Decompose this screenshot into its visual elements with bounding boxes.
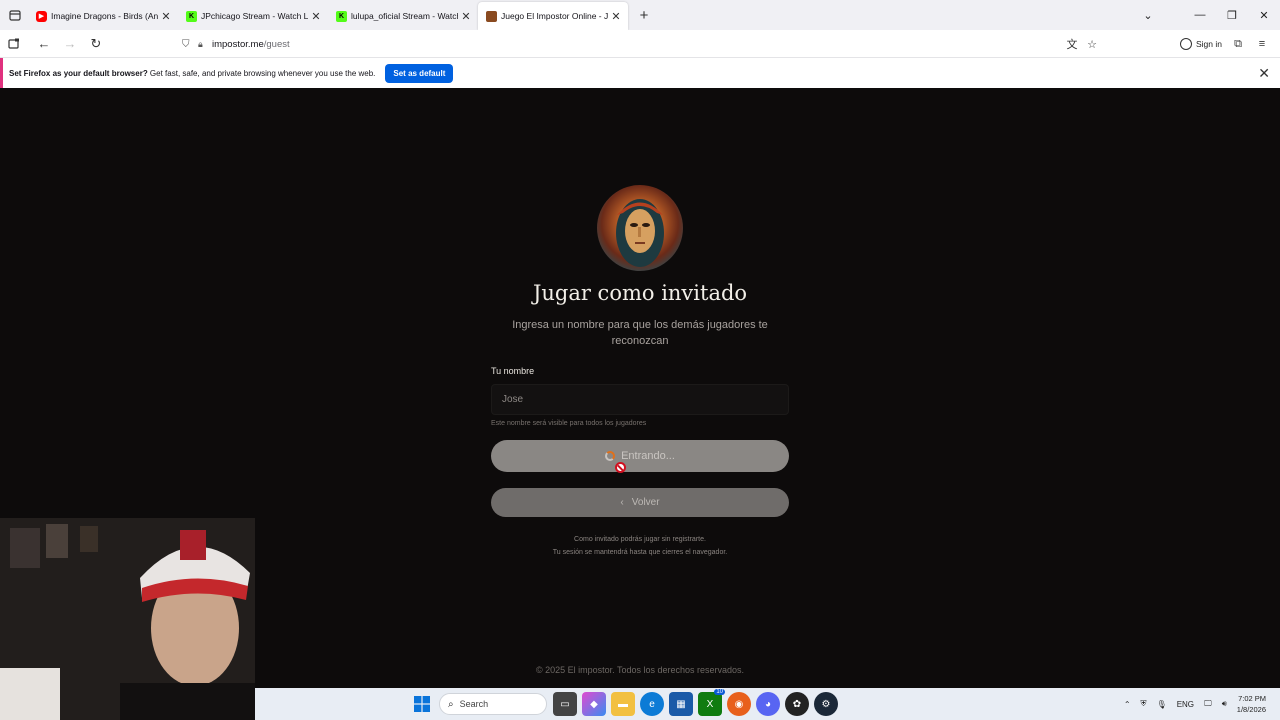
windows-taskbar: ⌕ Search ▭ ◆ ▬ e ▦ X 10 ◉ ◕ ✿ ⚙ ⌃ ⛨ 🎙︎ EN…	[255, 688, 1280, 720]
enter-button[interactable]: Entrando...	[491, 440, 789, 472]
steam-icon[interactable]: ⚙	[814, 692, 838, 716]
name-label: Tu nombre	[491, 366, 535, 376]
sign-in-button[interactable]: Sign in	[1180, 34, 1222, 54]
firefox-view-button[interactable]	[2, 2, 28, 28]
discord-icon[interactable]: ◕	[756, 692, 780, 716]
restore-icon[interactable]: ❐	[1216, 9, 1248, 22]
list-all-tabs-icon[interactable]: ⌄	[1132, 9, 1164, 22]
tab-title: lulupa_oficial Stream - Watch Li	[351, 11, 458, 21]
copilot-icon[interactable]: ◆	[582, 692, 606, 716]
not-allowed-cursor-icon	[615, 462, 626, 473]
notification-bold-text: Set Firefox as your default browser?	[9, 68, 148, 78]
page-footer: © 2025 El impostor. Todos los derechos r…	[535, 665, 745, 675]
file-explorer-icon[interactable]: ▬	[611, 692, 635, 716]
taskbar-search-box[interactable]: ⌕ Search	[439, 693, 547, 715]
firefox-view-icon	[9, 9, 21, 21]
minimize-icon[interactable]: —	[1184, 9, 1216, 21]
close-tab-icon[interactable]: ✕	[310, 10, 322, 23]
clock-date: 1/8/2026	[1236, 705, 1266, 714]
tab-strip: ▶ Imagine Dragons - Birds (Anima ✕ K JPc…	[0, 0, 1280, 30]
search-icon: ⌕	[448, 698, 454, 710]
page-title: Jugar como invitado	[532, 281, 748, 305]
name-input-value: Jose	[502, 394, 524, 405]
guest-note-line: Como invitado podrás jugar sin registrar…	[574, 536, 706, 543]
webcam-overlay	[0, 518, 255, 720]
browser-tab[interactable]: K JPchicago Stream - Watch Live o ✕	[178, 2, 328, 30]
url-bar[interactable]: ⛉ 🔒︎ impostor.me/guest 文 ☆	[178, 33, 1102, 55]
shield-icon[interactable]: ⛉	[182, 39, 198, 50]
xbox-icon[interactable]: X 10	[698, 689, 725, 716]
navigation-toolbar: ← → ↻ ⛉ 🔒︎ impostor.me/guest 文 ☆ Sign in…	[0, 30, 1280, 58]
youtube-icon: ▶	[36, 10, 47, 22]
menu-icon[interactable]: ≡	[1250, 38, 1274, 50]
system-tray: ⌃ ⛨ 🎙︎ ENG 🖵 🔊︎ 7:02 PM 1/8/2026	[1124, 688, 1280, 720]
browser-tab[interactable]: ▶ Imagine Dragons - Birds (Anima ✕	[28, 2, 178, 30]
close-notification-icon[interactable]: ✕	[1258, 65, 1270, 82]
kick-icon: K	[336, 10, 347, 22]
notification-message: Set Firefox as your default browser? Get…	[9, 69, 375, 78]
notification-text: Get fast, safe, and private browsing whe…	[147, 68, 376, 78]
notification-badge: 10	[714, 689, 725, 695]
edge-icon[interactable]: e	[640, 692, 664, 716]
bookmark-star-icon[interactable]: ☆	[1082, 38, 1102, 51]
volume-icon[interactable]: 🔊︎	[1222, 699, 1227, 709]
browser-tab-active[interactable]: Juego El Impostor Online - Juga ✕	[478, 2, 628, 30]
task-view-icon[interactable]: ▭	[553, 692, 577, 716]
windows-start-icon[interactable]	[410, 692, 434, 716]
url-host: impostor.me	[212, 38, 264, 50]
kick-icon: K	[186, 10, 197, 22]
store-icon[interactable]: ▦	[669, 692, 693, 716]
sidebar-icon[interactable]	[2, 33, 26, 55]
chevron-left-icon: ‹	[620, 497, 624, 508]
translate-icon[interactable]: 文	[1062, 36, 1082, 52]
back-button[interactable]: ‹ Volver	[491, 488, 789, 517]
close-tab-icon[interactable]: ✕	[610, 10, 622, 23]
guest-note: Como invitado podrás jugar sin registrar…	[490, 533, 790, 559]
forward-arrow-icon[interactable]: →	[58, 33, 82, 55]
security-icon[interactable]: ⛨	[1141, 699, 1147, 709]
network-icon[interactable]: 🖵	[1204, 699, 1212, 709]
close-window-icon[interactable]: ✕	[1248, 9, 1280, 22]
close-tab-icon[interactable]: ✕	[160, 10, 172, 23]
reload-icon[interactable]: ↻	[84, 33, 108, 55]
guest-note-line: Tu sesión se mantendrá hasta que cierres…	[552, 549, 728, 556]
impostor-mask-logo	[597, 185, 683, 271]
name-hint: Este nombre será visible para todos los …	[491, 420, 647, 427]
default-browser-notification: Set Firefox as your default browser? Get…	[0, 58, 1280, 88]
loading-spinner-icon	[605, 451, 616, 461]
page-subtitle: Ingresa un nombre para que los demás jug…	[512, 319, 768, 347]
tab-title: Juego El Impostor Online - Juga	[501, 11, 608, 21]
tray-overflow-icon[interactable]: ⌃	[1124, 700, 1131, 709]
clock-time: 7:02 PM	[1238, 694, 1266, 703]
new-tab-button[interactable]: +	[632, 7, 656, 24]
set-as-default-button[interactable]: Set as default	[385, 63, 454, 83]
tab-title: JPchicago Stream - Watch Live o	[201, 11, 308, 21]
firefox-icon[interactable]: ◉	[727, 692, 751, 716]
language-indicator[interactable]: ENG	[1177, 700, 1194, 709]
app-icon[interactable]: ✿	[785, 692, 809, 716]
microphone-icon[interactable]: 🎙︎	[1157, 700, 1167, 709]
account-icon	[1180, 38, 1192, 50]
enter-button-label: Entrando...	[621, 450, 675, 462]
close-tab-icon[interactable]: ✕	[460, 10, 472, 23]
sign-in-label: Sign in	[1196, 39, 1222, 49]
name-input[interactable]: Jose	[491, 384, 789, 415]
clock[interactable]: 7:02 PM 1/8/2026	[1237, 693, 1266, 715]
back-button-label: Volver	[631, 497, 660, 508]
taskbar-search-label: Search	[459, 699, 489, 709]
lock-icon[interactable]: 🔒︎	[198, 39, 212, 50]
tab-title: Imagine Dragons - Birds (Anima	[51, 11, 158, 21]
url-path: /guest	[263, 38, 290, 50]
impostor-icon	[486, 10, 497, 22]
browser-tab[interactable]: K lulupa_oficial Stream - Watch Li ✕	[328, 2, 478, 30]
extensions-icon[interactable]: ⧉	[1226, 38, 1250, 51]
back-arrow-icon[interactable]: ←	[32, 33, 56, 55]
webcam-image	[0, 518, 255, 720]
